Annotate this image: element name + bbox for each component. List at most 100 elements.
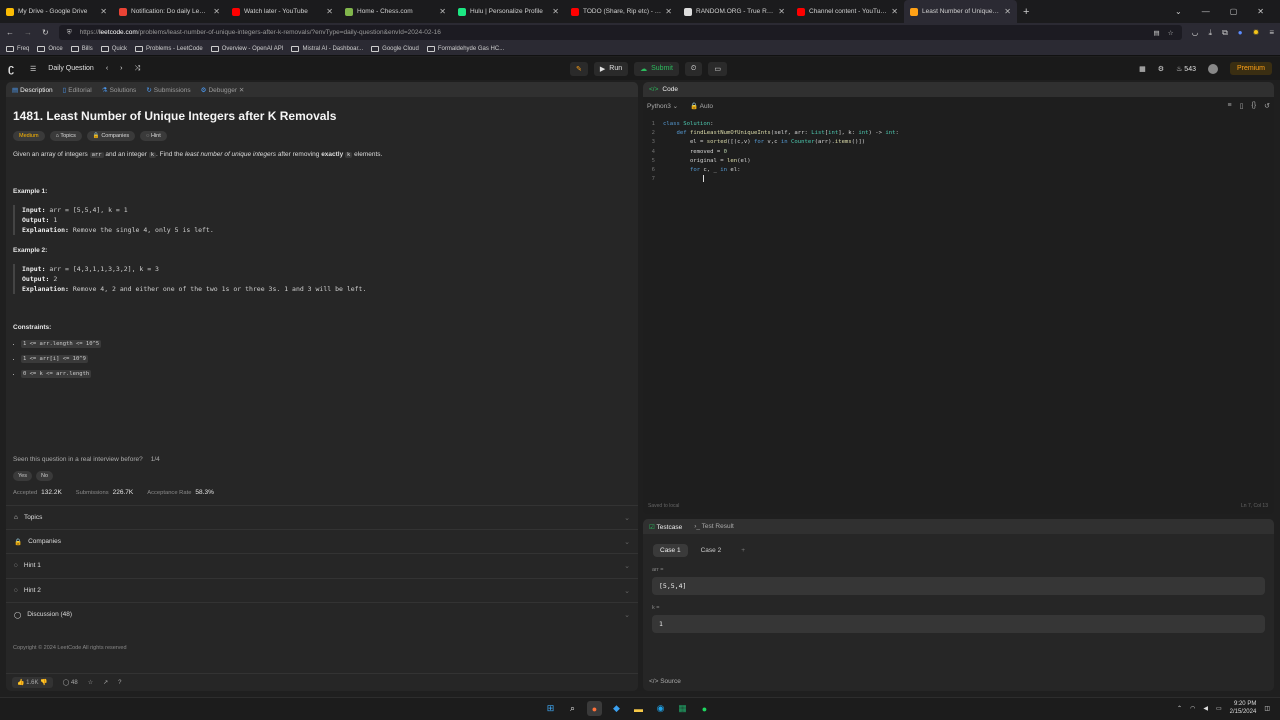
notification-icon[interactable]: ◫ (1264, 705, 1270, 712)
sun-icon[interactable]: ✹ (1253, 28, 1260, 38)
section-hint2[interactable]: ◌ Hint 2 ⌄ (6, 578, 638, 602)
browser-tab[interactable]: TODO (Share, Rip etc) - YouTube ✕ (565, 0, 678, 23)
bookmark-icon[interactable]: ▯ (1240, 102, 1244, 110)
spotify-icon[interactable]: ● (697, 701, 712, 716)
bookmark-item[interactable]: Bills (70, 45, 93, 52)
auto-complete-toggle[interactable]: 🔒 Auto (690, 102, 713, 110)
tab-testcase[interactable]: ☑ Testcase (649, 523, 682, 531)
code-line[interactable]: 1 class Solution: (643, 120, 1274, 129)
source-link[interactable]: </> Source (649, 678, 681, 685)
extensions-icon[interactable]: ⧉ (1222, 28, 1228, 38)
close-tab-icon[interactable]: ✕ (213, 7, 220, 16)
timer-icon[interactable]: ⏲ (684, 61, 703, 76)
wifi-icon[interactable]: ◠ (1190, 705, 1195, 712)
comments-button[interactable]: ◯ 48 (63, 679, 78, 686)
close-tab-icon[interactable]: ✕ (326, 7, 333, 16)
case-2-tab[interactable]: Case 2 (694, 544, 729, 557)
close-tab-icon[interactable]: ✕ (665, 7, 672, 16)
battery-icon[interactable]: ▭ (1216, 705, 1222, 712)
topics-tag[interactable]: ⌂ Topics (49, 131, 82, 141)
browser-tab[interactable]: Notification: Do daily Leetcode ✕ (113, 0, 226, 23)
tab-list-chevron-icon[interactable]: ⌄ (1175, 7, 1182, 16)
submit-button[interactable]: ☁ Submit (634, 61, 679, 76)
browser-tab[interactable]: My Drive - Google Drive ✕ (0, 0, 113, 23)
reader-icon[interactable]: ▤ (1154, 29, 1160, 37)
bookmark-item[interactable]: Problems - LeetCode (135, 45, 203, 52)
layout-icon[interactable]: ▦ (1139, 65, 1146, 73)
leetcode-logo-icon[interactable]: ʗ (8, 63, 18, 75)
tab-description[interactable]: ▤ Description (12, 86, 53, 94)
add-case-icon[interactable]: + (734, 544, 752, 557)
daily-question-link[interactable]: Daily Question (48, 65, 94, 72)
reload-icon[interactable]: ↻ (42, 28, 49, 37)
code-line[interactable]: 5 original = len(el) (643, 157, 1274, 166)
bookmark-item[interactable]: Google Cloud (371, 45, 419, 52)
close-tab-icon[interactable]: ✕ (891, 7, 898, 16)
close-tab-icon[interactable]: ✕ (552, 7, 559, 16)
favorite-star-icon[interactable]: ☆ (88, 679, 93, 686)
bookmark-star-icon[interactable]: ☆ (1168, 29, 1174, 37)
tab-submissions[interactable]: ↻ Submissions (146, 86, 190, 94)
close-window-icon[interactable]: ✕ (1257, 7, 1264, 16)
search-icon[interactable]: ⌕ (565, 701, 580, 716)
code-line[interactable]: 3 el = sorted([(c,v) for v,c in Counter(… (643, 138, 1274, 147)
thumbs-down-icon[interactable]: 👎 (40, 680, 47, 686)
close-tab-icon[interactable]: ✕ (778, 7, 785, 16)
excel-icon[interactable]: ▦ (675, 701, 690, 716)
minimize-icon[interactable]: — (1202, 7, 1210, 16)
clock[interactable]: 9:20 PM 2/15/2024 (1230, 700, 1257, 716)
bookmark-item[interactable]: Freq (6, 45, 29, 52)
brackets-icon[interactable]: {} (1251, 102, 1256, 110)
prev-problem-icon[interactable]: ‹ (106, 65, 108, 72)
code-line[interactable]: 2 def findLeastNumOfUniqueInts(self, arr… (643, 129, 1274, 138)
streak-counter[interactable]: ♨ 543 (1176, 65, 1196, 73)
download-icon[interactable]: ⤓ (1209, 28, 1213, 38)
share-icon[interactable]: ↗ (103, 679, 108, 686)
section-topics[interactable]: ⌂ Topics ⌄ (6, 505, 638, 529)
tab-test-result[interactable]: ›_ Test Result (694, 523, 734, 530)
tray-chevron-icon[interactable]: ⌃ (1177, 705, 1182, 712)
problem-list-icon[interactable]: ☰ (30, 65, 36, 73)
new-tab-button[interactable]: + (1017, 6, 1035, 18)
close-tab-icon[interactable]: ✕ (439, 7, 446, 16)
maximize-icon[interactable]: ▢ (1230, 7, 1238, 16)
close-tab-icon[interactable]: ✕ (1004, 7, 1011, 16)
firefox-icon[interactable]: ● (587, 701, 602, 716)
url-bar[interactable]: ⛨ https://leetcode.com/problems/least-nu… (58, 25, 1182, 40)
volume-icon[interactable]: ◀ (1203, 705, 1208, 712)
windows-start-icon[interactable]: ⊞ (543, 701, 558, 716)
section-discussion[interactable]: ◯ Discussion (48) ⌄ (6, 602, 638, 626)
settings-icon[interactable]: ⚙ (1158, 65, 1164, 73)
section-companies[interactable]: 🔒 Companies ⌄ (6, 529, 638, 553)
notes-icon[interactable]: ▭ (708, 61, 727, 76)
tab-debugger[interactable]: ⚙ Debugger ✕ (201, 86, 245, 94)
bookmark-item[interactable]: Formaldehyde Gas HC... (426, 45, 504, 52)
browser-tab[interactable]: Watch later - YouTube ✕ (226, 0, 339, 23)
close-tab-icon[interactable]: ✕ (100, 7, 107, 16)
companies-tag[interactable]: 🔒 Companies (86, 131, 136, 141)
code-editor[interactable]: 1 class Solution: 2 def findLeastNumOfUniq… (643, 114, 1274, 184)
premium-button[interactable]: Premium (1229, 62, 1272, 75)
help-icon[interactable]: ? (118, 680, 121, 686)
browser-tab[interactable]: Hulu | Personalize Profile ✕ (452, 0, 565, 23)
browser-tab[interactable]: RANDOM.ORG - True Random✕ (678, 0, 791, 23)
code-line[interactable]: 7 (643, 175, 1274, 184)
explorer-icon[interactable]: ▬ (631, 701, 646, 716)
avatar[interactable] (1207, 63, 1218, 74)
vscode-icon[interactable]: ◆ (609, 701, 624, 716)
arr-input[interactable]: [5,5,4] (652, 577, 1265, 595)
browser-tab[interactable]: Home - Chess.com ✕ (339, 0, 452, 23)
pocket-icon[interactable]: ◡ (1192, 28, 1199, 38)
browser-tab[interactable]: Least Number of Unique Intege ✕ (904, 0, 1017, 23)
shuffle-icon[interactable]: ⤨ (135, 65, 141, 73)
hint-tag[interactable]: ◌ Hint (140, 131, 167, 141)
section-hint1[interactable]: ◌ Hint 1 ⌄ (6, 553, 638, 577)
language-select[interactable]: Python3 ⌄ (647, 102, 678, 110)
tab-editorial[interactable]: ▯ Editorial (63, 86, 92, 94)
tab-solutions[interactable]: ⚗ Solutions (102, 86, 137, 94)
close-icon[interactable]: ✕ (239, 87, 244, 94)
browser-tab[interactable]: Channel content - YouTube Stu✕ (791, 0, 904, 23)
format-icon[interactable]: ≡ (1227, 102, 1231, 110)
edge-icon[interactable]: ◉ (653, 701, 668, 716)
yes-button[interactable]: Yes (13, 471, 32, 481)
